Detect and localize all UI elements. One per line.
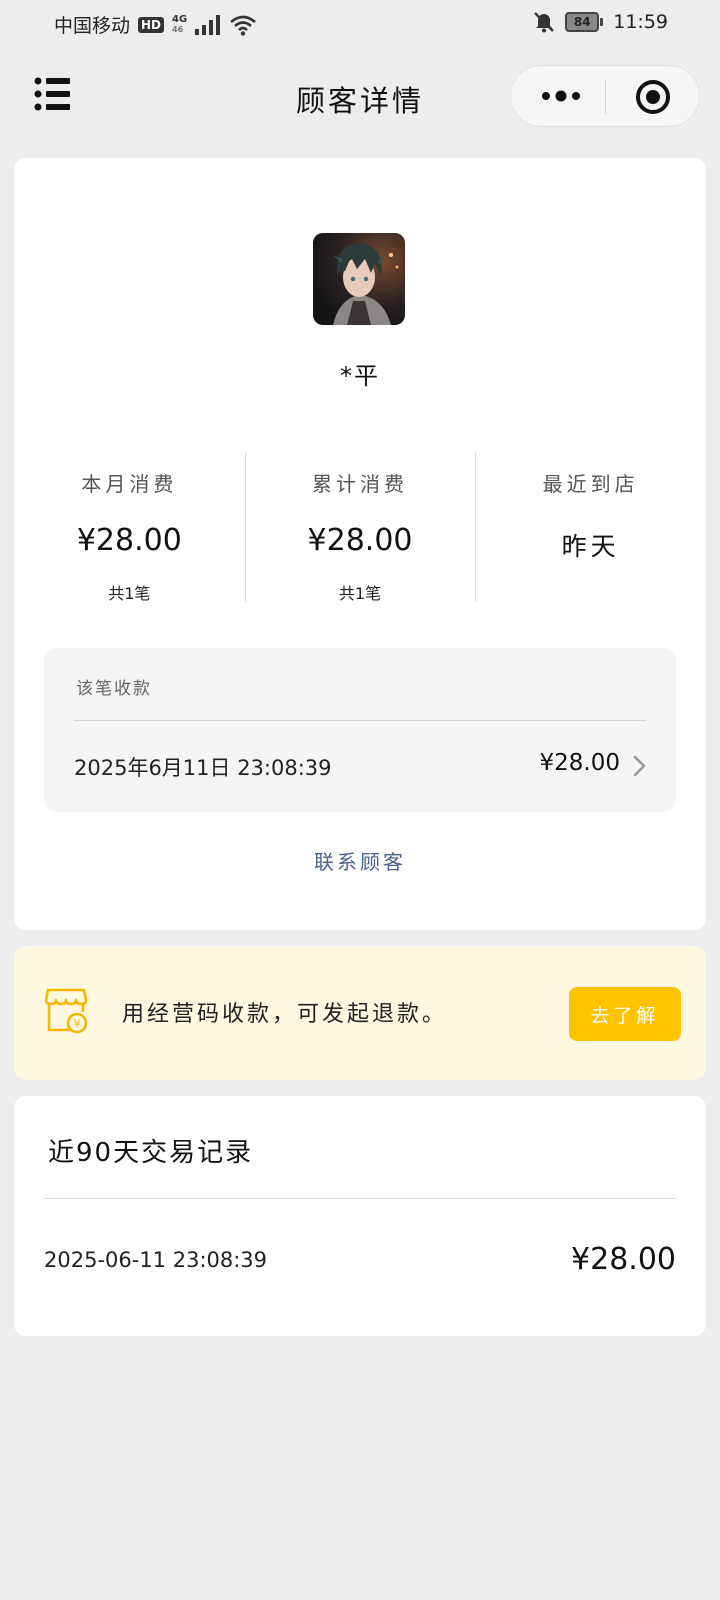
- hd-badge: HD: [138, 16, 165, 33]
- receipt-time: 2025年6月11日 23:08:39: [74, 756, 332, 780]
- divider: [44, 1198, 676, 1199]
- stat-total: 累计消费 ¥28.00 共1笔: [244, 452, 476, 603]
- customer-card: *平 本月消费 ¥28.00 共1笔 累计消费 ¥28.00 共1笔 最近到店 …: [14, 158, 706, 930]
- promo-banner: ¥ 用经营码收款，可发起退款。 去了解: [14, 946, 706, 1080]
- chevron-right-icon: [633, 755, 646, 777]
- clock: 11:59: [613, 11, 668, 33]
- mini-program-capsule: [510, 65, 700, 127]
- mute-bell-icon: [534, 12, 555, 33]
- more-icon[interactable]: [539, 86, 583, 106]
- stat-label: 累计消费: [312, 472, 408, 496]
- transaction-time: 2025-06-11 23:08:39: [44, 1248, 268, 1272]
- transactions-card: 近90天交易记录 2025-06-11 23:08:39 ¥28.00: [14, 1096, 706, 1336]
- stat-count: 共1笔: [338, 584, 382, 603]
- customer-name: *平: [340, 362, 380, 390]
- stat-value: ¥28.00: [76, 523, 182, 558]
- avatar: [313, 233, 405, 325]
- close-target-icon[interactable]: [635, 79, 671, 115]
- learn-more-button[interactable]: 去了解: [569, 987, 681, 1041]
- status-bar: 中国移动 HD 4G 46 84 11:59: [0, 0, 720, 48]
- receipt-amount: ¥28.00: [539, 750, 620, 776]
- signal-icon: [195, 14, 221, 35]
- stat-value: ¥28.00: [307, 523, 413, 558]
- banner-text: 用经营码收款，可发起退款。: [122, 1002, 448, 1027]
- receipt-label: 该笔收款: [76, 679, 152, 699]
- battery-icon: 84: [565, 12, 604, 32]
- transaction-amount: ¥28.00: [571, 1242, 676, 1277]
- stat-value: 昨天: [561, 532, 620, 561]
- stat-count: 共1笔: [108, 584, 151, 603]
- transaction-row[interactable]: 2025-06-11 23:08:39 ¥28.00: [44, 1242, 676, 1282]
- transactions-title: 近90天交易记录: [48, 1138, 254, 1168]
- nav-bar: 顾客详情: [0, 60, 720, 128]
- receipt-entry[interactable]: 该笔收款 2025年6月11日 23:08:39 ¥28.00: [44, 648, 676, 812]
- shop-payment-icon: ¥: [44, 988, 88, 1034]
- network-type-secondary: 46: [172, 24, 184, 34]
- stat-month: 本月消费 ¥28.00 共1笔: [14, 452, 245, 603]
- wifi-icon: [230, 15, 257, 36]
- stats-row: 本月消费 ¥28.00 共1笔 累计消费 ¥28.00 共1笔 最近到店 昨天: [14, 452, 706, 603]
- network-type: 4G: [172, 13, 188, 25]
- carrier-label: 中国移动: [54, 15, 131, 37]
- stat-label: 最近到店: [542, 472, 639, 496]
- divider: [74, 720, 646, 721]
- stat-label: 本月消费: [81, 472, 178, 496]
- battery-level: 84: [565, 12, 600, 32]
- stat-last-visit: 最近到店 昨天: [475, 452, 706, 602]
- contact-customer-link[interactable]: 联系顾客: [14, 846, 706, 875]
- svg-text:¥: ¥: [74, 1017, 81, 1030]
